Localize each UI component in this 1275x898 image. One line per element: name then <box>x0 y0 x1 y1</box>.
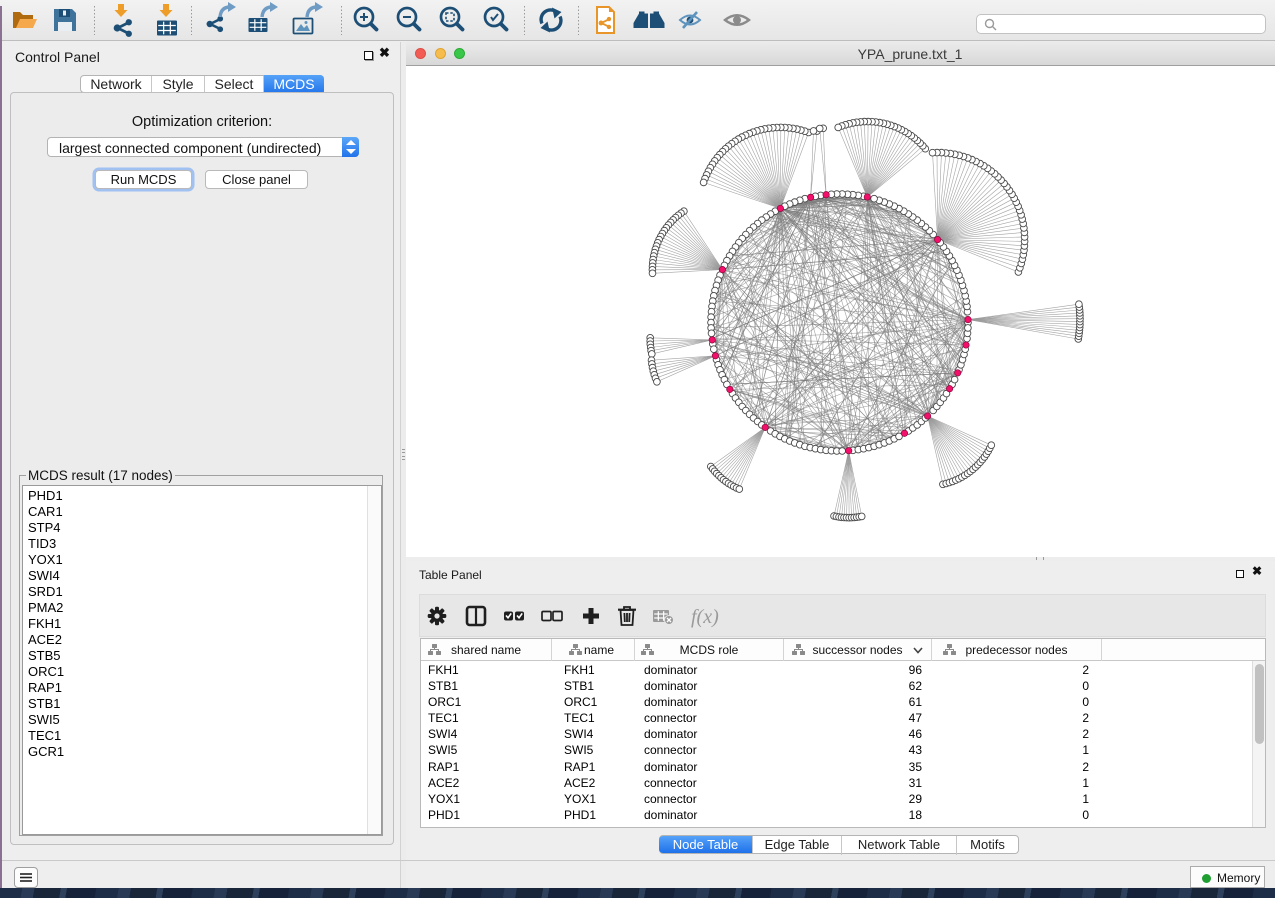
svg-text:f(x): f(x) <box>691 606 719 628</box>
